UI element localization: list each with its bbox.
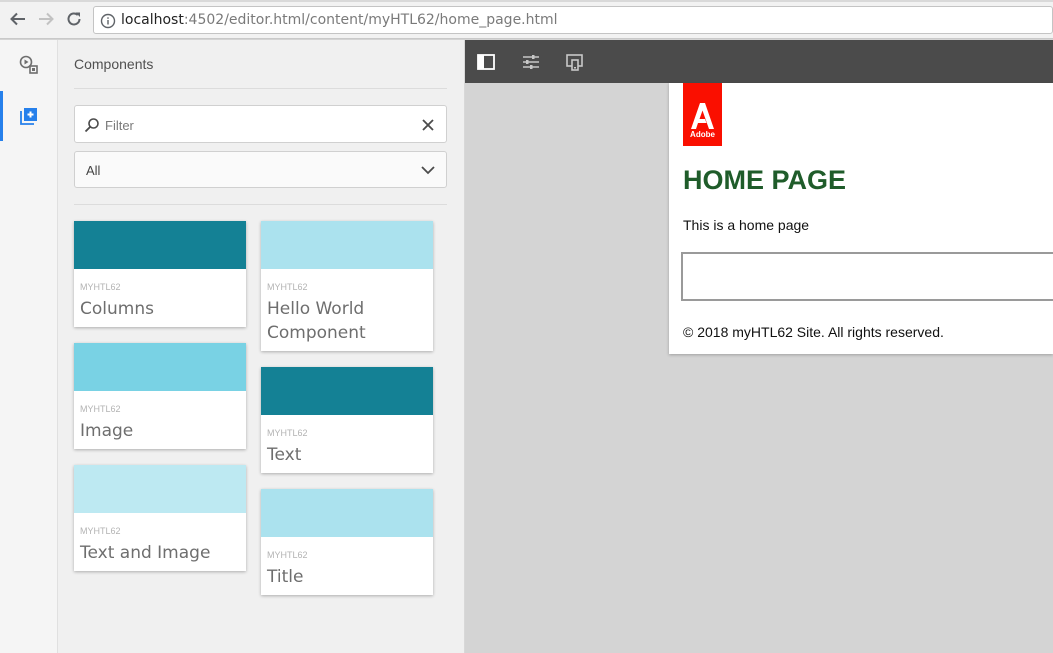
- group-select-value: All: [86, 163, 101, 178]
- components-panel: Components All MYHTL62 Columns MYHTL62 H…: [58, 40, 465, 653]
- component-group-label: MYHTL62: [267, 550, 308, 560]
- assets-icon: [19, 55, 38, 74]
- component-card-text[interactable]: MYHTL62 Text: [261, 367, 433, 473]
- component-group-select[interactable]: All: [74, 151, 447, 188]
- component-group-label: MYHTL62: [267, 428, 308, 438]
- filter-field[interactable]: [74, 105, 447, 143]
- component-group-label: MYHTL62: [80, 282, 121, 292]
- component-card-title[interactable]: MYHTL62 Title: [261, 489, 433, 595]
- component-thumbnail: [261, 221, 433, 269]
- page-body-text[interactable]: This is a home page: [683, 217, 809, 233]
- reload-icon: [67, 12, 81, 26]
- component-thumbnail: [74, 343, 246, 391]
- component-name: Columns: [80, 299, 154, 319]
- divider: [74, 204, 447, 205]
- forward-button[interactable]: [36, 9, 56, 29]
- search-icon: [84, 118, 99, 133]
- tab-strip-edge: [0, 0, 1053, 2]
- adobe-icon: [691, 103, 714, 129]
- address-bar[interactable]: localhost:4502/editor.html/content/myHTL…: [93, 6, 1053, 34]
- page-properties-button[interactable]: [520, 51, 542, 73]
- component-card-columns[interactable]: MYHTL62 Columns: [74, 221, 246, 327]
- component-card-text-and-image[interactable]: MYHTL62 Text and Image: [74, 465, 246, 571]
- component-thumbnail: [74, 465, 246, 513]
- toggle-side-panel-button[interactable]: [475, 51, 497, 73]
- component-card-image[interactable]: MYHTL62 Image: [74, 343, 246, 449]
- emulator-button[interactable]: [564, 51, 586, 73]
- chevron-down-icon: [421, 166, 435, 175]
- page-preview: Adobe HOME PAGE This is a home page © 20…: [669, 83, 1053, 354]
- sliders-icon: [523, 55, 539, 69]
- component-name: Hello World Component: [267, 299, 366, 343]
- info-icon[interactable]: [100, 13, 116, 29]
- reload-button[interactable]: [64, 9, 84, 29]
- arrow-right-icon: [39, 12, 54, 26]
- assets-tab[interactable]: [0, 40, 58, 90]
- component-name: Text: [267, 445, 302, 465]
- component-group-label: MYHTL62: [80, 526, 121, 536]
- browser-toolbar: localhost:4502/editor.html/content/myHTL…: [0, 0, 1053, 39]
- component-group-label: MYHTL62: [267, 282, 308, 292]
- page-title[interactable]: HOME PAGE: [683, 165, 846, 196]
- editor-canvas: Adobe HOME PAGE This is a home page © 20…: [465, 83, 1053, 653]
- add-component-icon: [20, 108, 37, 125]
- component-thumbnail: [261, 367, 433, 415]
- back-button[interactable]: [8, 9, 28, 29]
- divider: [74, 88, 447, 89]
- component-name: Image: [80, 421, 134, 441]
- page-footer[interactable]: © 2018 myHTL62 Site. All rights reserved…: [683, 324, 944, 340]
- devices-icon: [566, 54, 583, 71]
- url-text: localhost:4502/editor.html/content/myHTL…: [121, 12, 558, 28]
- component-name: Text and Image: [80, 543, 211, 563]
- adobe-logo: Adobe: [683, 83, 722, 146]
- component-thumbnail: [74, 221, 246, 269]
- component-group-label: MYHTL62: [80, 404, 121, 414]
- logo-text: Adobe: [690, 130, 715, 139]
- components-tab[interactable]: [0, 91, 58, 141]
- panel-title: Components: [74, 56, 154, 72]
- side-rail: [0, 40, 58, 653]
- close-icon[interactable]: [420, 117, 436, 133]
- drag-components-placeholder[interactable]: [681, 252, 1053, 301]
- component-name: Title: [267, 567, 304, 587]
- arrow-left-icon: [10, 12, 25, 26]
- editor-toolbar: [465, 40, 1053, 83]
- url-host: localhost: [121, 12, 184, 28]
- url-path: :4502/editor.html/content/myHTL62/home_p…: [183, 12, 558, 28]
- side-panel-icon: [477, 54, 495, 70]
- component-thumbnail: [261, 489, 433, 537]
- component-card-hello-world[interactable]: MYHTL62 Hello World Component: [261, 221, 433, 351]
- filter-input[interactable]: [105, 115, 405, 135]
